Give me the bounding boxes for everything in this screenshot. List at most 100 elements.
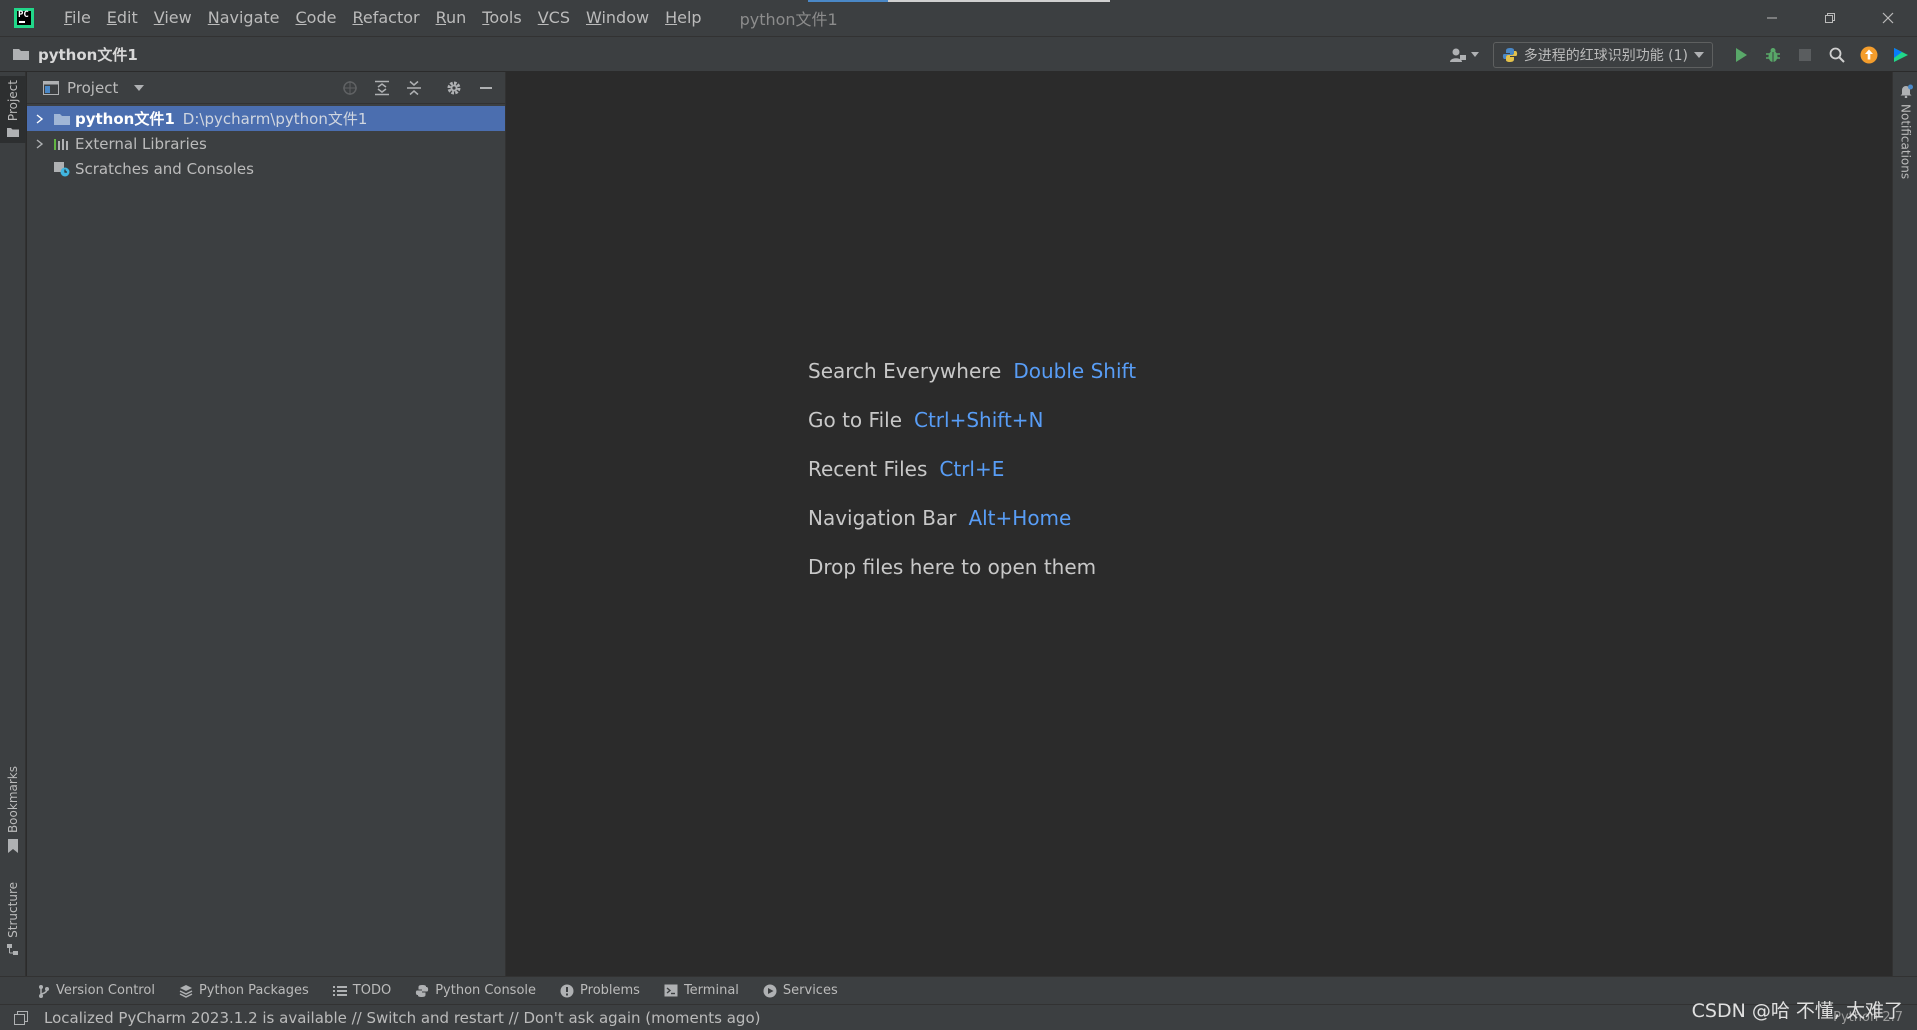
- tool-tab-label: Python Packages: [198, 983, 309, 998]
- tree-item-project-root[interactable]: python文件1 D:\pycharm\python文件1: [27, 106, 505, 131]
- search-everywhere-button[interactable]: [1821, 37, 1853, 73]
- title-progress-track: [888, 0, 1110, 2]
- chevron-right-icon[interactable]: [33, 113, 47, 124]
- tool-tab-structure[interactable]: Structure: [0, 882, 26, 956]
- menu-view[interactable]: View: [146, 0, 200, 36]
- updates-button[interactable]: [1853, 37, 1885, 73]
- menu-file[interactable]: File: [56, 0, 99, 36]
- close-button[interactable]: [1859, 0, 1917, 36]
- tool-tab-label: Services: [782, 983, 838, 998]
- user-icon: [1449, 48, 1466, 62]
- chevron-right-icon[interactable]: [33, 138, 47, 149]
- tool-tab-label: Problems: [580, 983, 640, 998]
- scratches-icon: [53, 161, 71, 177]
- code-with-me-button[interactable]: [1885, 37, 1917, 73]
- restore-icon: [1825, 13, 1835, 23]
- hint-navigation-bar: Navigation Bar Alt+Home: [808, 506, 1136, 555]
- tool-tab-python-packages[interactable]: Python Packages: [179, 983, 309, 998]
- minimize-button[interactable]: [1743, 0, 1801, 36]
- select-opened-file-button[interactable]: [337, 75, 363, 101]
- project-view-icon: [43, 80, 59, 95]
- project-tree: python文件1 D:\pycharm\python文件1 External …: [27, 104, 505, 181]
- menu-edit[interactable]: Edit: [99, 0, 146, 36]
- menu-window[interactable]: Window: [578, 0, 657, 36]
- crosshair-icon: [343, 81, 357, 95]
- chevron-down-icon: [1694, 52, 1704, 58]
- toolbar-right: 多进程的红球识别功能 (1): [1449, 37, 1917, 73]
- restore-button[interactable]: [1801, 0, 1859, 36]
- project-panel-actions: [337, 72, 499, 104]
- menu-refactor[interactable]: Refactor: [344, 0, 427, 36]
- toggle-tool-windows-icon[interactable]: [14, 1010, 28, 1025]
- close-icon: [1882, 12, 1894, 24]
- vcs-user-button[interactable]: [1449, 47, 1479, 63]
- menu-navigate[interactable]: Navigate: [200, 0, 288, 36]
- tool-tab-project[interactable]: Project: [0, 76, 26, 144]
- expand-all-button[interactable]: [369, 75, 395, 101]
- hint-recent-files: Recent Files Ctrl+E: [808, 457, 1136, 506]
- folder-icon: [13, 49, 29, 60]
- tool-tab-structure-label: Structure: [6, 882, 20, 938]
- python-icon: [1502, 48, 1517, 62]
- layers-icon: [179, 984, 193, 998]
- empty-editor-hints: Search Everywhere Double Shift Go to Fil…: [808, 359, 1136, 604]
- tool-tab-bookmarks-label: Bookmarks: [6, 766, 20, 834]
- menu-run[interactable]: Run: [428, 0, 475, 36]
- stop-button[interactable]: [1789, 37, 1821, 73]
- tool-tab-label: Version Control: [56, 983, 155, 998]
- window-controls: [1743, 0, 1917, 36]
- run-button[interactable]: [1725, 37, 1757, 73]
- chevron-down-icon[interactable]: [134, 84, 145, 91]
- menu-tools[interactable]: Tools: [474, 0, 529, 36]
- update-arrow-icon: [1860, 46, 1878, 64]
- tool-tab-label: Python Console: [435, 983, 537, 998]
- info-icon: [560, 984, 574, 997]
- hint-shortcut: Alt+Home: [968, 506, 1072, 530]
- python-icon: [416, 984, 429, 997]
- bookmark-icon: [8, 839, 18, 854]
- code-with-me-icon: [1894, 48, 1908, 62]
- hint-go-to-file: Go to File Ctrl+Shift+N: [808, 408, 1136, 457]
- collapse-all-button[interactable]: [401, 75, 427, 101]
- debug-button[interactable]: [1757, 37, 1789, 73]
- tree-item-scratches[interactable]: Scratches and Consoles: [27, 156, 505, 181]
- tool-tab-notifications-label: Notifications: [1898, 104, 1913, 180]
- tool-tab-todo[interactable]: TODO: [332, 983, 391, 998]
- hint-label: Navigation Bar: [808, 506, 957, 530]
- hint-search-everywhere: Search Everywhere Double Shift: [808, 359, 1136, 408]
- tool-tab-project-label: Project: [6, 80, 20, 122]
- tool-tab-terminal[interactable]: Terminal: [664, 983, 739, 998]
- title-progress-indicator: [808, 0, 888, 2]
- run-configuration-label: 多进程的红球识别功能 (1): [1523, 48, 1688, 64]
- menu-code[interactable]: Code: [288, 0, 345, 36]
- project-view-selector[interactable]: Project: [67, 79, 118, 97]
- tool-tab-label: Terminal: [683, 983, 739, 998]
- folder-icon: [53, 111, 71, 127]
- notification-bell-icon: [1900, 84, 1913, 98]
- debug-bug-icon: [1766, 48, 1780, 62]
- minimize-icon: [480, 87, 492, 89]
- tool-tab-notifications[interactable]: Notifications: [1893, 84, 1917, 179]
- services-icon: [763, 984, 777, 997]
- bottom-tool-window-bar: Version Control Python Packages TODO Pyt…: [0, 976, 1917, 1004]
- run-configuration-selector[interactable]: 多进程的红球识别功能 (1): [1492, 42, 1713, 68]
- breadcrumb-project[interactable]: python文件1: [38, 44, 138, 65]
- menu-help[interactable]: Help: [657, 0, 709, 36]
- tree-item-label: External Libraries: [75, 134, 207, 153]
- status-message[interactable]: Localized PyCharm 2023.1.2 is available …: [44, 1009, 760, 1027]
- terminal-icon: [664, 984, 678, 997]
- tool-tab-python-console[interactable]: Python Console: [415, 983, 536, 998]
- menu-vcs[interactable]: VCS: [530, 0, 578, 36]
- project-settings-button[interactable]: [441, 75, 467, 101]
- hint-shortcut: Ctrl+E: [939, 457, 1005, 481]
- tool-tab-problems[interactable]: Problems: [560, 983, 640, 998]
- tool-tab-bookmarks[interactable]: Bookmarks: [0, 766, 26, 854]
- run-icon: [1736, 48, 1747, 62]
- tree-item-external-libraries[interactable]: External Libraries: [27, 131, 505, 156]
- editor-area[interactable]: Search Everywhere Double Shift Go to Fil…: [507, 72, 1892, 976]
- search-icon: [1829, 47, 1845, 63]
- hide-panel-button[interactable]: [473, 75, 499, 101]
- tool-tab-services[interactable]: Services: [763, 983, 838, 998]
- tool-tab-version-control[interactable]: Version Control: [38, 983, 155, 998]
- structure-icon: [7, 943, 18, 955]
